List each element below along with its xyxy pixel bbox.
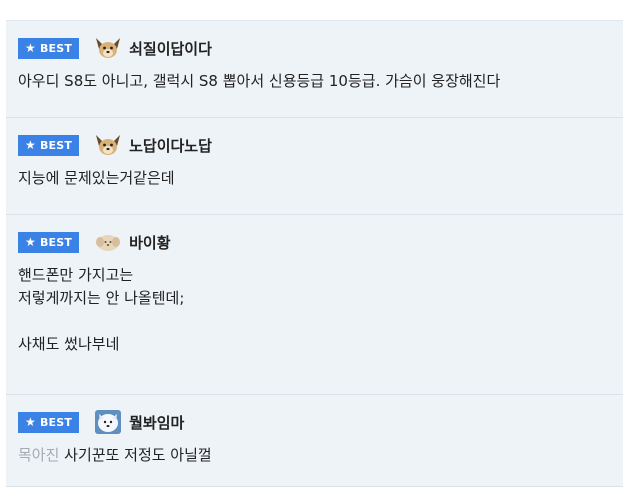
comment-header: ★ BEST 뭘봐임마 bbox=[18, 410, 623, 434]
comment-nickname[interactable]: 쇠질이답이다 bbox=[129, 38, 212, 59]
comment-nickname[interactable]: 노답이다노답 bbox=[129, 135, 212, 156]
white-dog-avatar-icon[interactable] bbox=[93, 410, 123, 434]
best-badge-label: BEST bbox=[39, 41, 73, 55]
comment-nickname[interactable]: 뭘봐임마 bbox=[129, 412, 184, 433]
comment-item: ★ BEST 뭘봐임마 목아진 사기꾼또 저정도 아닐껄 bbox=[6, 395, 623, 487]
comment-text: 핸드폰만 가지고는 저렇게까지는 안 나올텐데; 사채도 썼나부네 bbox=[18, 266, 185, 353]
dog-face-icon[interactable] bbox=[93, 133, 123, 157]
star-icon: ★ bbox=[25, 235, 36, 249]
comment-item: ★ BEST 노답이다노답 지능에 문제있는거같은데 bbox=[6, 118, 623, 215]
best-badge-label: BEST bbox=[39, 235, 73, 249]
comment-header: ★ BEST 노답이다노답 bbox=[18, 134, 623, 156]
best-badge: ★ BEST bbox=[18, 231, 80, 253]
best-badge: ★ BEST bbox=[18, 411, 80, 433]
best-badge-label: BEST bbox=[39, 415, 73, 429]
comment-text: 아우디 S8도 아니고, 갤럭시 S8 뽑아서 신용등급 10등급. 가슴이 웅… bbox=[18, 72, 501, 90]
star-icon: ★ bbox=[25, 138, 36, 152]
puppy-avatar-icon[interactable] bbox=[93, 230, 123, 254]
comment-muted-prefix: 목아진 bbox=[18, 446, 60, 464]
comment-header: ★ BEST 쇠질이답이다 bbox=[18, 37, 623, 59]
best-badge-label: BEST bbox=[39, 138, 73, 152]
best-badge: ★ BEST bbox=[18, 134, 80, 156]
best-badge: ★ BEST bbox=[18, 37, 80, 59]
star-icon: ★ bbox=[25, 41, 36, 55]
comment-text: 지능에 문제있는거같은데 bbox=[18, 169, 175, 187]
dog-face-icon[interactable] bbox=[93, 36, 123, 60]
star-icon: ★ bbox=[25, 415, 36, 429]
best-comment-list: ★ BEST 쇠질이답이다 아우디 S8도 아니고, 갤럭시 S8 뽑아서 신용… bbox=[6, 20, 623, 487]
comment-item: ★ BEST 쇠질이답이다 아우디 S8도 아니고, 갤럭시 S8 뽑아서 신용… bbox=[6, 21, 623, 118]
comment-header: ★ BEST 바이황 bbox=[18, 231, 623, 253]
comment-text: 목아진 사기꾼또 저정도 아닐껄 bbox=[18, 444, 623, 467]
comment-item: ★ BEST 바이황 핸드폰만 가지고는 저렇게까지는 안 나올텐데; 사채도 … bbox=[6, 215, 623, 395]
comment-nickname[interactable]: 바이황 bbox=[129, 232, 170, 253]
comment-text-rest: 사기꾼또 저정도 아닐껄 bbox=[59, 446, 212, 464]
